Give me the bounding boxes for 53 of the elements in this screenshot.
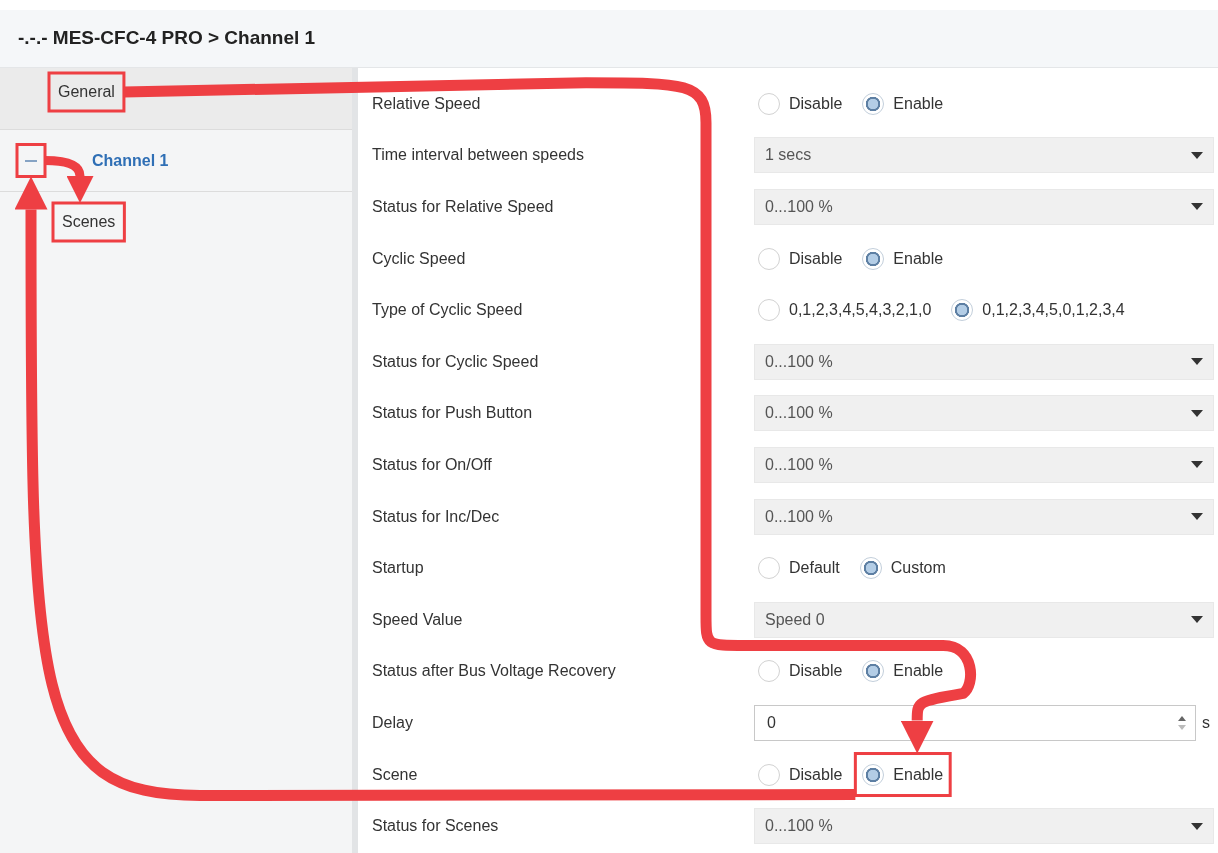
radio-label[interactable]: 0,1,2,3,4,5,4,3,2,1,0 <box>789 298 932 323</box>
radio-button[interactable] <box>758 299 780 322</box>
radio-label[interactable]: Custom <box>890 556 946 581</box>
radio-label[interactable]: Enable <box>893 91 944 116</box>
dropdown-field[interactable]: 0...100 % <box>754 189 1214 225</box>
unit-label: s <box>1202 712 1211 733</box>
dropdown-field[interactable]: Speed 0 <box>754 601 1214 638</box>
radio-button[interactable] <box>862 660 885 683</box>
number-field[interactable]: 0 <box>754 704 1196 741</box>
tree-item[interactable]: Scenes <box>56 206 122 238</box>
dropdown-field[interactable]: 1 secs <box>754 137 1214 174</box>
page-title: -.-.- MES-CFC-4 PRO > Channel 1 <box>18 26 316 51</box>
radio-button[interactable] <box>758 247 780 270</box>
radio-button[interactable] <box>758 92 780 115</box>
radio-button[interactable] <box>859 557 882 580</box>
parameter-label: Status for Scenes <box>372 816 500 837</box>
radio-button[interactable] <box>862 763 885 786</box>
radio-label[interactable]: Disable <box>789 659 843 684</box>
dropdown-field[interactable]: 0...100 % <box>754 498 1214 535</box>
parameter-label: Cyclic Speed <box>372 248 467 269</box>
radio-button[interactable] <box>951 299 974 322</box>
parameter-label: Type of Cyclic Speed <box>372 300 524 321</box>
dropdown-field[interactable]: 0...100 % <box>754 808 1214 845</box>
sidebar-item[interactable]: General <box>52 76 121 108</box>
parameter-label: Status for Cyclic Speed <box>372 351 540 372</box>
radio-label[interactable]: Enable <box>893 246 944 271</box>
radio-button[interactable] <box>862 247 885 270</box>
parameter-label: Relative Speed <box>372 93 482 114</box>
dropdown-field[interactable]: 0...100 % <box>754 446 1214 483</box>
parameter-label: Status for Push Button <box>372 403 534 424</box>
parameter-label: Startup <box>372 558 425 579</box>
parameter-label: Delay <box>372 712 414 733</box>
radio-label[interactable]: 0,1,2,3,4,5,0,1,2,3,4 <box>982 298 1125 323</box>
tree-item[interactable]: Channel 1 <box>86 144 175 177</box>
radio-label[interactable]: Default <box>789 556 840 581</box>
radio-button[interactable] <box>758 763 780 786</box>
radio-label[interactable]: Enable <box>893 762 944 787</box>
parameter-label: Status after Bus Voltage Recovery <box>372 661 617 682</box>
radio-button[interactable] <box>758 557 780 580</box>
parameter-label: Scene <box>372 764 419 785</box>
parameter-label: Status for Inc/Dec <box>372 506 501 527</box>
dropdown-field[interactable]: 0...100 % <box>754 395 1214 432</box>
radio-button[interactable] <box>758 660 780 683</box>
radio-button[interactable] <box>862 92 885 115</box>
radio-label[interactable]: Disable <box>789 246 843 271</box>
dropdown-field[interactable]: 0...100 % <box>754 343 1214 380</box>
radio-label[interactable]: Enable <box>893 659 944 684</box>
parameter-label: Time interval between speeds <box>372 145 585 166</box>
radio-label[interactable]: Disable <box>789 91 843 116</box>
parameter-label: Status for On/Off <box>372 454 493 475</box>
parameter-label: Speed Value <box>372 609 464 630</box>
parameter-label: Status for Relative Speed <box>372 197 555 217</box>
radio-label[interactable]: Disable <box>789 762 843 787</box>
